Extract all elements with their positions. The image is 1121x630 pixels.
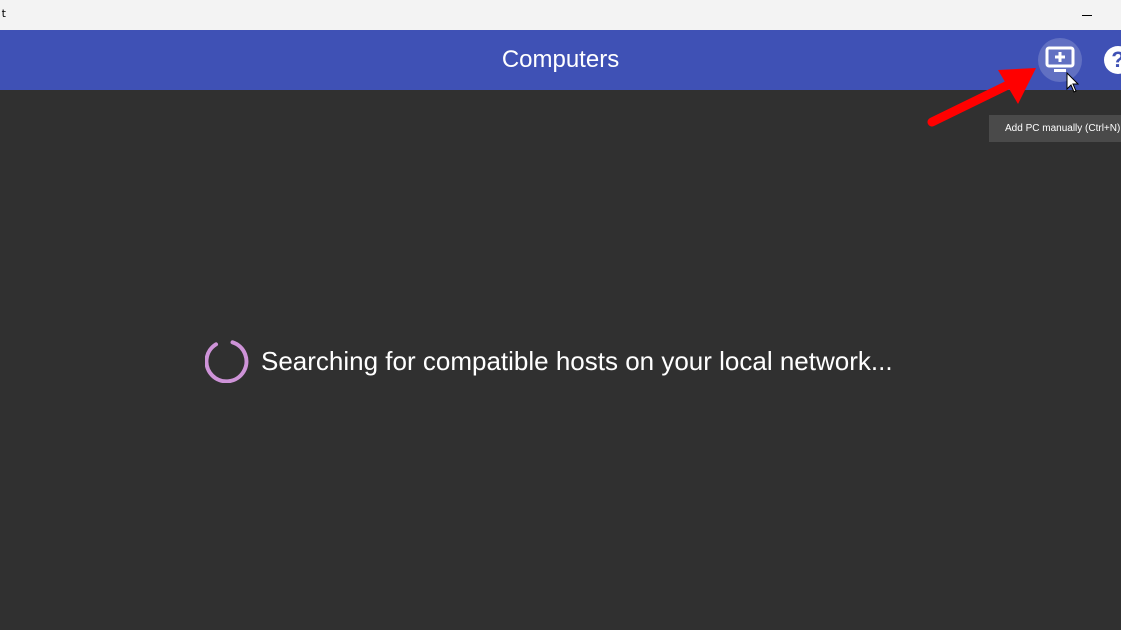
minimize-button[interactable] [1064,0,1110,30]
mouse-cursor-icon [1066,72,1080,93]
minimize-icon [1082,14,1092,16]
add-monitor-icon [1045,46,1075,72]
help-icon: ? [1104,46,1121,74]
status-text: Searching for compatible hosts on your l… [261,345,893,376]
search-status: Searching for compatible hosts on your l… [205,339,893,383]
annotation-arrow-icon [927,68,1036,127]
window-title: t [1,7,6,20]
window-titlebar: t [0,0,1121,30]
loading-spinner-icon [205,340,249,383]
